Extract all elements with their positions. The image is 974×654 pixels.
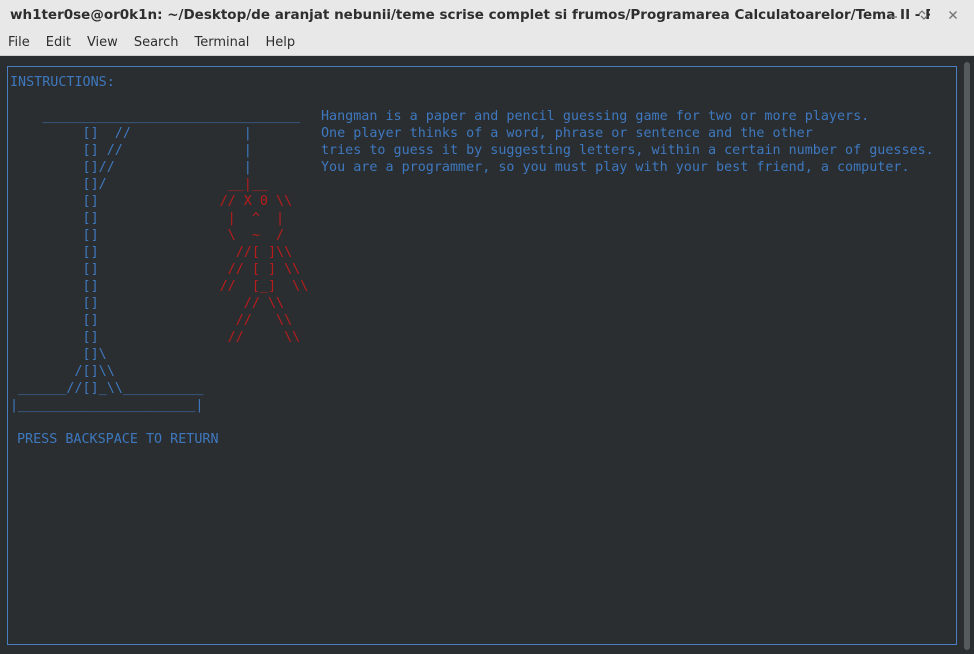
menu-view[interactable]: View [79,30,126,55]
description-line: You are a programmer, so you must play w… [321,160,910,175]
menu-help[interactable]: Help [257,30,303,55]
close-icon[interactable] [946,8,960,22]
maximize-icon[interactable] [916,8,930,22]
instructions-heading: INSTRUCTIONS: [10,75,115,90]
minimize-icon[interactable] [886,8,900,22]
description-line: One player thinks of a word, phrase or s… [321,126,813,141]
menu-edit[interactable]: Edit [38,30,79,55]
return-prompt: PRESS BACKSPACE TO RETURN [17,432,219,447]
description-line: tries to guess it by suggesting letters,… [321,143,934,158]
menu-terminal[interactable]: Terminal [186,30,257,55]
scrollbar-thumb[interactable] [964,62,970,650]
title-bar[interactable]: wh1ter0se@or0k1n: ~/Desktop/de aranjat n… [0,0,974,30]
menu-bar: File Edit View Search Terminal Help [0,30,974,56]
terminal-area[interactable]: INSTRUCTIONS: __________________________… [0,56,960,654]
hanged-figure-art: __|__ // X 0 \\ | ^ | \ ~ / //[ ]\\ // [… [219,177,309,345]
menu-file[interactable]: File [0,30,38,55]
terminal-window: wh1ter0se@or0k1n: ~/Desktop/de aranjat n… [0,0,974,654]
description-line: Hangman is a paper and pencil guessing g… [321,109,870,124]
menu-search[interactable]: Search [126,30,187,55]
window-controls [886,0,960,30]
terminal-scrollbar[interactable] [960,56,974,654]
window-title: wh1ter0se@or0k1n: ~/Desktop/de aranjat n… [10,7,930,23]
